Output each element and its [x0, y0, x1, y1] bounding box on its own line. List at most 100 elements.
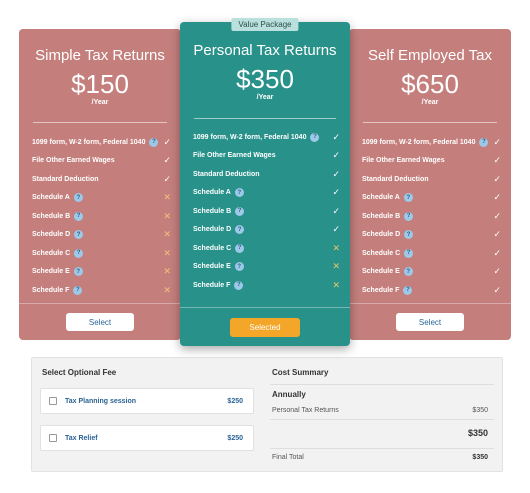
help-icon[interactable]: ?: [479, 137, 489, 147]
divider: [270, 384, 494, 385]
feature-item: Schedule B? ✓: [362, 207, 501, 226]
feature-item: Schedule D? ✓: [362, 226, 501, 245]
plan-period: /Year: [91, 99, 109, 106]
plan-title: Self Employed Tax: [368, 47, 492, 64]
divider: [194, 118, 336, 119]
feature-item: Schedule F? ✓: [362, 281, 501, 300]
feature-label: Standard Deduction: [32, 175, 99, 183]
help-icon[interactable]: ?: [74, 248, 84, 258]
feature-label: Schedule C: [193, 244, 232, 252]
plan-price: $150: [71, 69, 129, 99]
select-simple-button[interactable]: Select: [66, 313, 134, 331]
final-total-label: Final Total: [272, 454, 304, 461]
feature-list: 1099 form, W-2 form, Federal 1040? ✓ File …: [32, 133, 171, 300]
help-icon[interactable]: ?: [74, 230, 84, 240]
check-icon: ✓: [332, 187, 340, 198]
cross-icon: ✕: [163, 229, 171, 240]
check-icon: ✓: [493, 284, 501, 295]
feature-label: Standard Deduction: [193, 170, 260, 178]
help-icon[interactable]: ?: [403, 285, 413, 295]
help-icon[interactable]: ?: [403, 193, 413, 203]
feature-item: Schedule E? ✓: [362, 263, 501, 282]
fee-checkbox[interactable]: [49, 434, 57, 442]
feature-label: Schedule A: [193, 189, 231, 197]
help-icon[interactable]: ?: [73, 193, 83, 203]
help-icon[interactable]: ?: [149, 137, 159, 147]
feature-label: Schedule F: [32, 286, 70, 294]
cross-icon: ✕: [163, 266, 171, 277]
feature-label: Schedule D: [193, 226, 232, 234]
feature-item: 1099 form, W-2 form, Federal 1040? ✓: [32, 133, 171, 152]
feature-label: Schedule E: [362, 268, 400, 276]
divider: [270, 448, 494, 449]
help-icon[interactable]: ?: [73, 285, 83, 295]
check-icon: ✓: [493, 155, 501, 166]
feature-label: Schedule E: [193, 263, 231, 271]
help-icon[interactable]: ?: [235, 206, 245, 216]
fee-name: Tax Planning session: [65, 397, 137, 405]
check-icon: ✓: [493, 229, 501, 240]
help-icon[interactable]: ?: [234, 262, 244, 272]
fee-option-tax-planning[interactable]: Tax Planning session $250: [40, 388, 254, 414]
help-icon[interactable]: ?: [404, 230, 414, 240]
feature-label: File Other Earned Wages: [32, 157, 115, 165]
feature-item: Schedule C? ✕: [193, 239, 340, 258]
feature-label: 1099 form, W-2 form, Federal 1040: [362, 138, 476, 146]
feature-label: Schedule C: [32, 249, 71, 257]
feature-item: Schedule C? ✓: [362, 244, 501, 263]
check-icon: ✓: [332, 168, 340, 179]
help-icon[interactable]: ?: [73, 267, 83, 277]
feature-item: Schedule D? ✕: [32, 226, 171, 245]
feature-item: File Other Earned Wages ✓: [362, 152, 501, 171]
divider: [33, 122, 167, 123]
help-icon[interactable]: ?: [235, 243, 245, 253]
feature-item: 1099 form, W-2 form, Federal 1040? ✓: [362, 133, 501, 152]
cost-summary-period: Annually: [272, 390, 306, 399]
cost-summary-title: Cost Summary: [272, 368, 329, 377]
feature-item: Standard Deduction ✓: [362, 170, 501, 189]
fee-price: $250: [227, 397, 243, 405]
check-icon: ✓: [332, 224, 340, 235]
plan-period: /Year: [256, 94, 274, 101]
cross-icon: ✕: [332, 242, 340, 253]
feature-item: Schedule F? ✕: [32, 281, 171, 300]
feature-item: Schedule E? ✕: [193, 258, 340, 277]
fee-option-tax-relief[interactable]: Tax Relief $250: [40, 425, 254, 451]
divider: [270, 419, 494, 420]
help-icon[interactable]: ?: [234, 188, 244, 198]
final-total-value: $350: [472, 454, 488, 461]
select-self-employed-button[interactable]: Select: [396, 313, 464, 331]
feature-label: 1099 form, W-2 form, Federal 1040: [193, 133, 307, 141]
help-icon[interactable]: ?: [310, 132, 320, 142]
feature-item: Standard Deduction ✓: [32, 170, 171, 189]
feature-item: Schedule A? ✕: [32, 189, 171, 208]
check-icon: ✓: [493, 192, 501, 203]
divider: [180, 307, 350, 308]
check-icon: ✓: [163, 136, 171, 147]
fee-checkbox[interactable]: [49, 397, 57, 405]
help-icon[interactable]: ?: [404, 248, 414, 258]
plan-price: $650: [401, 69, 459, 99]
check-icon: ✓: [493, 173, 501, 184]
selected-personal-button[interactable]: Selected: [230, 318, 300, 337]
feature-item: Schedule E? ✕: [32, 263, 171, 282]
help-icon[interactable]: ?: [234, 280, 244, 290]
feature-list: 1099 form, W-2 form, Federal 1040? ✓ File …: [362, 133, 501, 300]
feature-label: Schedule D: [32, 231, 71, 239]
cross-icon: ✕: [163, 210, 171, 221]
check-icon: ✓: [163, 155, 171, 166]
feature-label: Standard Deduction: [362, 175, 429, 183]
feature-label: Schedule D: [362, 231, 401, 239]
help-icon[interactable]: ?: [235, 225, 245, 235]
feature-item: Schedule C? ✕: [32, 244, 171, 263]
feature-item: Schedule A? ✓: [193, 184, 340, 203]
cost-item-price: $350: [472, 407, 488, 414]
feature-list: 1099 form, W-2 form, Federal 1040? ✓ File …: [193, 128, 340, 295]
help-icon[interactable]: ?: [74, 211, 84, 221]
cross-icon: ✕: [332, 279, 340, 290]
check-icon: ✓: [493, 247, 501, 258]
help-icon[interactable]: ?: [404, 211, 414, 221]
feature-item: Schedule B? ✕: [32, 207, 171, 226]
help-icon[interactable]: ?: [403, 267, 413, 277]
plan-period: /Year: [421, 99, 439, 106]
